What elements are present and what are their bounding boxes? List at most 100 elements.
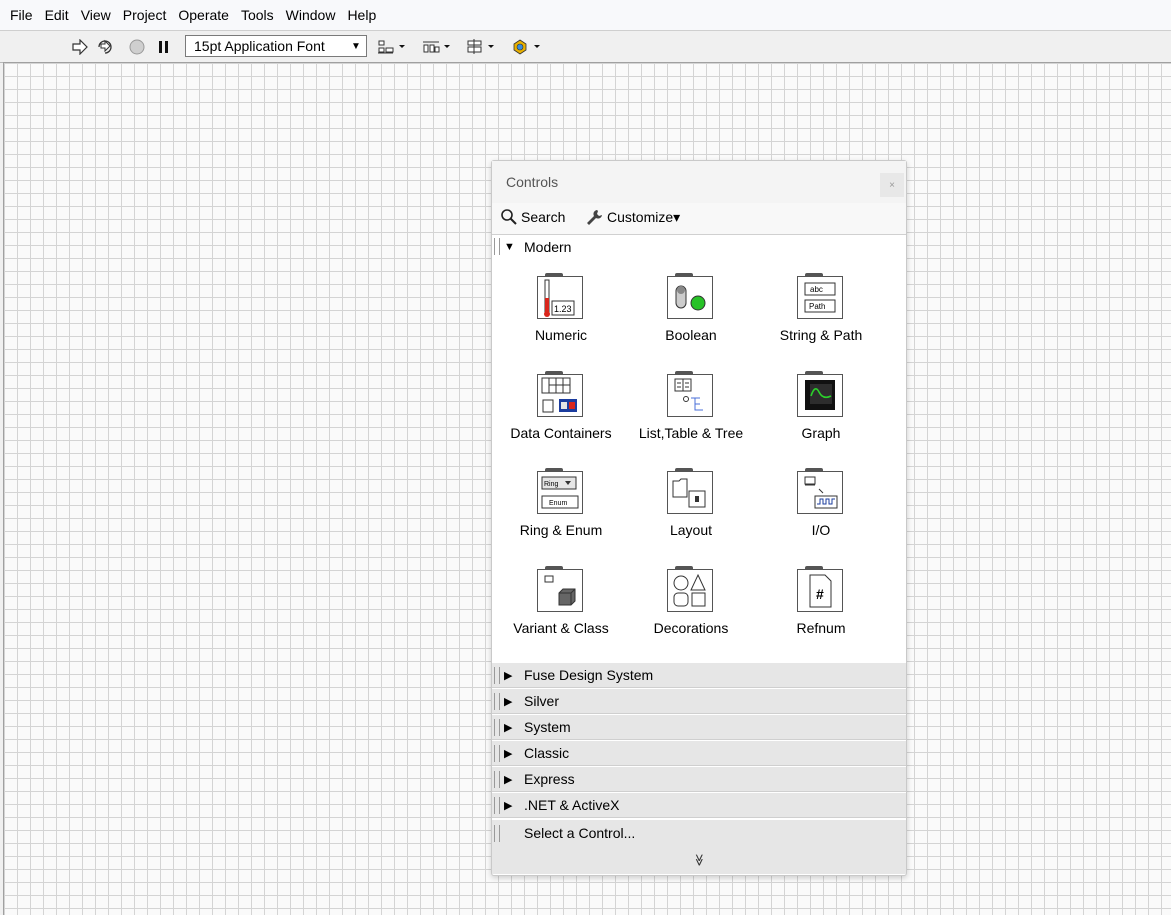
expand-more-button[interactable]: ≫ [492,846,906,874]
palette-item-label: String & Path [779,327,863,343]
data-containers-icon [537,371,585,419]
palette-item-label: List,Table & Tree [638,425,744,441]
palette-item-label: Ring & Enum [519,522,603,538]
search-button[interactable]: Search [500,208,565,226]
palette-item-label: Variant & Class [513,620,609,636]
pause-icon[interactable] [153,36,175,58]
ring-enum-icon: Ring Enum [537,468,585,516]
select-a-control[interactable]: Select a Control... [492,820,906,846]
palette-title-bar[interactable]: Controls × [492,161,906,204]
abort-icon[interactable] [126,36,148,58]
section-label: Express [524,771,575,787]
section-classic[interactable]: ▶ Classic [492,740,906,766]
grip-handle[interactable] [494,238,500,255]
section-modern[interactable]: ▼ Modern [492,234,906,259]
menu-help[interactable]: Help [341,0,382,30]
close-icon[interactable]: × [880,173,904,197]
collapsed-sections: ▶ Fuse Design System ▶ Silver ▶ System ▶… [492,662,906,818]
menu-edit[interactable]: Edit [39,0,75,30]
refnum-icon: # [797,566,845,614]
section-system[interactable]: ▶ System [492,714,906,740]
list-table-tree-icon [667,371,715,419]
section-net-activex[interactable]: ▶ .NET & ActiveX [492,792,906,818]
section-express[interactable]: ▶ Express [492,766,906,792]
grip-handle[interactable] [494,770,500,788]
triangle-right-icon: ▶ [504,669,513,682]
svg-text:abc: abc [810,285,823,294]
palette-item-label: I/O [811,522,831,538]
grip-handle[interactable] [494,692,500,710]
palette-item-refnum[interactable]: # Refnum [756,561,886,656]
palette-item-label: Data Containers [510,425,612,441]
menu-file[interactable]: File [0,0,39,30]
customize-label: Customize▾ [607,208,681,225]
section-silver[interactable]: ▶ Silver [492,688,906,714]
palette-item-layout[interactable]: Layout [626,463,756,558]
decorations-icon [667,566,715,614]
palette-item-label: Layout [669,522,713,538]
grip-handle[interactable] [494,824,500,842]
menu-view[interactable]: View [75,0,117,30]
menu-operate[interactable]: Operate [172,0,235,30]
palette-item-label: Decorations [653,620,729,636]
reorder-icon[interactable] [510,36,544,58]
palette-item-label: Graph [801,425,841,441]
run-continuously-icon[interactable] [94,36,116,58]
section-label: System [524,719,571,735]
boolean-icon [667,273,715,321]
triangle-right-icon: ▶ [504,721,513,734]
palette-item-data-containers[interactable]: Data Containers [496,366,626,461]
resize-objects-icon[interactable] [464,36,498,58]
svg-text:Ring: Ring [544,481,559,488]
palette-item-boolean[interactable]: Boolean [626,268,756,363]
svg-text:1.23: 1.23 [554,304,572,314]
section-label: Classic [524,745,570,761]
palette-item-variant-class[interactable]: Variant & Class [496,561,626,656]
svg-text:Enum: Enum [549,500,567,507]
grip-handle[interactable] [494,666,500,684]
chevron-down-icon: ▼ [351,40,361,52]
numeric-icon: 1.23 [537,273,585,321]
triangle-right-icon: ▶ [504,773,513,786]
section-label: .NET & ActiveX [524,797,620,813]
menu-window[interactable]: Window [280,0,342,30]
palette-item-io[interactable]: I/O [756,463,886,558]
triangle-right-icon: ▶ [504,695,513,708]
palette-item-string-path[interactable]: abc Path String & Path [756,268,886,363]
search-icon [501,209,517,225]
modern-grid: 1.23 Numeric Boolean abc Path String & Pa… [492,268,906,660]
palette-item-list-table-tree[interactable]: List,Table & Tree [626,366,756,461]
triangle-down-icon: ▼ [504,240,515,253]
menu-bar: File Edit View Project Operate Tools Win… [0,0,1171,30]
wrench-icon [587,210,602,225]
palette-item-label: Refnum [796,620,846,636]
customize-button[interactable]: Customize▾ [584,208,680,226]
svg-text:#: # [816,586,824,602]
triangle-right-icon: ▶ [504,799,513,812]
palette-item-graph[interactable]: Graph [756,366,886,461]
double-chevron-down-icon: ≫ [692,853,706,867]
run-arrow-icon[interactable] [69,36,91,58]
string-path-icon: abc Path [797,273,845,321]
palette-item-decorations[interactable]: Decorations [626,561,756,656]
layout-icon [667,468,715,516]
grip-handle[interactable] [494,718,500,736]
align-objects-icon[interactable] [375,36,409,58]
distribute-objects-icon[interactable] [420,36,454,58]
section-modern-label: Modern [524,238,572,255]
menu-project[interactable]: Project [117,0,173,30]
palette-item-numeric[interactable]: 1.23 Numeric [496,268,626,363]
palette-title: Controls [506,174,559,190]
grip-handle[interactable] [494,796,500,814]
select-a-control-label: Select a Control... [524,825,636,841]
font-select[interactable]: 15pt Application Font ▼ [185,35,367,57]
grip-handle[interactable] [494,744,500,762]
svg-text:Path: Path [809,302,825,311]
variant-class-icon [537,566,585,614]
section-fuse-design-system[interactable]: ▶ Fuse Design System [492,662,906,688]
palette-item-ring-enum[interactable]: Ring Enum Ring & Enum [496,463,626,558]
palette-item-label: Boolean [665,327,717,343]
palette-toolbar: Search Customize▾ [492,203,906,235]
section-label: Fuse Design System [524,667,654,683]
menu-tools[interactable]: Tools [235,0,280,30]
